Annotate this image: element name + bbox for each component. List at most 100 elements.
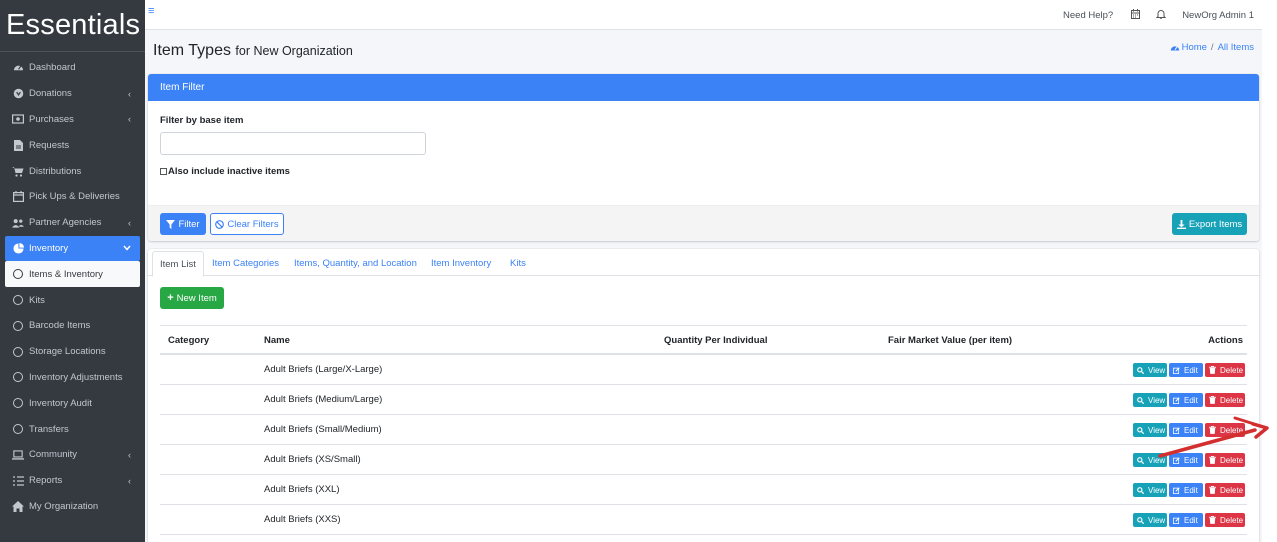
sidebar-item-items-inventory[interactable]: Items & Inventory	[5, 261, 140, 288]
edit-button[interactable]: Edit	[1169, 513, 1203, 527]
tab-item-categories[interactable]: Item Categories	[205, 251, 286, 276]
tab-kits[interactable]: Kits	[503, 251, 533, 276]
sidebar-item-community[interactable]: Community ‹	[0, 442, 145, 468]
delete-button[interactable]: Delete	[1205, 363, 1245, 377]
search-icon	[1137, 366, 1146, 374]
include-inactive-checkbox[interactable]	[160, 168, 167, 175]
annotation-arrow-icon	[1158, 416, 1269, 458]
sidebar-item-pickups[interactable]: Pick Ups & Deliveries	[0, 184, 145, 210]
bell-icon[interactable]	[1155, 9, 1167, 22]
breadcrumb-all-items-link[interactable]: All Items	[1218, 42, 1254, 53]
filter-button[interactable]: Filter	[160, 213, 206, 235]
view-button[interactable]: View	[1133, 483, 1167, 497]
table-row: Adult Briefs (Large/X-Large) View Edit Dele…	[160, 355, 1247, 385]
search-icon	[1137, 396, 1146, 404]
brand-text: Essentials	[6, 9, 141, 41]
sidebar-item-partner-agencies[interactable]: Partner Agencies ‹	[0, 210, 145, 236]
need-help-link[interactable]: Need Help?	[1063, 10, 1113, 21]
dashboard-icon	[1170, 43, 1180, 53]
trash-icon	[1209, 516, 1218, 524]
export-items-button[interactable]: Export Items	[1172, 213, 1247, 235]
item-name: Adult Briefs (Medium/Large)	[264, 394, 383, 405]
chevron-left-icon: ‹	[128, 114, 131, 125]
include-inactive-label: Also include inactive items	[168, 166, 290, 177]
sidebar-item-distributions[interactable]: Distributions	[0, 158, 145, 184]
sidebar-item-my-organization[interactable]: My Organization	[0, 494, 145, 520]
sidebar-item-inventory-adjustments[interactable]: Inventory Adjustments	[0, 365, 145, 391]
sidebar-item-donations[interactable]: Donations ‹	[0, 81, 145, 107]
delete-button[interactable]: Delete	[1205, 483, 1245, 497]
filter-base-item-label: Filter by base item	[160, 115, 244, 126]
edit-button[interactable]: Edit	[1169, 483, 1203, 497]
trash-icon	[1209, 486, 1218, 494]
home-icon	[12, 500, 24, 512]
calendar-icon[interactable]	[1131, 8, 1141, 22]
view-label: View	[1148, 365, 1166, 375]
edit-label: Edit	[1184, 395, 1198, 405]
table-row: Adult Briefs (XXL) View Edit Delete	[160, 475, 1247, 505]
item-name: Adult Briefs (XXL)	[264, 484, 340, 495]
edit-button[interactable]: Edit	[1169, 393, 1203, 407]
view-button[interactable]: View	[1133, 363, 1167, 377]
breadcrumb-home-link[interactable]: Home	[1182, 42, 1207, 53]
item-name: Adult Briefs (Small/Medium)	[264, 424, 382, 435]
delete-label: Delete	[1220, 515, 1244, 525]
sidebar-item-barcode-items[interactable]: Barcode Items	[0, 313, 145, 339]
tab-item-list[interactable]: Item List	[152, 251, 204, 277]
sidebar-item-label: Transfers	[29, 423, 69, 435]
sidebar-item-label: Donations	[29, 88, 72, 100]
download-icon	[1176, 219, 1186, 229]
header-fair-market-value: Fair Market Value (per item)	[888, 335, 1013, 346]
sidebar-item-inventory[interactable]: Inventory	[5, 235, 140, 262]
sidebar-item-dashboard[interactable]: Dashboard	[0, 55, 145, 81]
filter-base-item-input[interactable]	[160, 132, 426, 155]
sidebar-item-label: Requests	[29, 139, 70, 151]
menu-toggle-icon[interactable]: ≡	[148, 5, 154, 17]
delete-button[interactable]: Delete	[1205, 393, 1245, 407]
tab-item-inventory[interactable]: Item Inventory	[424, 251, 498, 276]
item-name: Adult Briefs (XXS)	[264, 514, 341, 525]
item-list-card: Item List Item Categories Items, Quantit…	[148, 249, 1259, 542]
sidebar-item-label: Partner Agencies	[29, 217, 102, 229]
user-menu[interactable]: NewOrg Admin 1	[1182, 10, 1254, 21]
laptop-icon	[12, 449, 24, 461]
clear-filters-button[interactable]: Clear Filters	[210, 213, 284, 235]
sidebar-item-reports[interactable]: Reports ‹	[0, 468, 145, 494]
view-button[interactable]: View	[1133, 513, 1167, 527]
include-inactive-row[interactable]: Also include inactive items	[160, 166, 290, 177]
cart-icon	[12, 165, 24, 177]
circle-icon	[12, 320, 24, 332]
sidebar-item-purchases[interactable]: Purchases ‹	[0, 107, 145, 133]
calendar-icon	[12, 191, 24, 203]
page-title: Item Types for New Organization	[153, 42, 353, 60]
view-button[interactable]: View	[1133, 393, 1167, 407]
sidebar-item-label: Dashboard	[29, 62, 76, 74]
tab-items-quantity-location[interactable]: Items, Quantity, and Location	[287, 251, 424, 276]
sidebar-item-transfers[interactable]: Transfers	[0, 416, 145, 442]
sidebar-item-requests[interactable]: Requests	[0, 132, 145, 158]
edit-label: Edit	[1184, 485, 1198, 495]
sidebar-item-label: Community	[29, 449, 78, 461]
edit-label: Edit	[1184, 515, 1198, 525]
row-actions: View Edit Delete	[1131, 363, 1245, 377]
sidebar-item-label: Pick Ups & Deliveries	[29, 191, 120, 203]
brand-logo[interactable]: Essentials	[0, 0, 145, 52]
donations-icon	[12, 88, 24, 100]
sidebar: Essentials Dashboard Donations ‹ Purchas…	[0, 0, 145, 542]
new-item-button[interactable]: + New Item	[160, 287, 224, 309]
edit-button[interactable]: Edit	[1169, 363, 1203, 377]
chevron-left-icon: ‹	[128, 217, 131, 228]
top-right-menu: Need Help? NewOrg Admin 1	[1049, 0, 1254, 30]
main-content: Item Types for New Organization Home / A…	[145, 30, 1269, 542]
sidebar-item-kits[interactable]: Kits	[0, 287, 145, 313]
item-filter-header: Item Filter	[148, 74, 1259, 101]
chevron-left-icon: ‹	[128, 88, 131, 99]
filter-card-footer: Filter Clear Filters Export Items	[148, 205, 1259, 241]
dashboard-icon	[12, 62, 24, 74]
delete-label: Delete	[1220, 485, 1244, 495]
sidebar-item-label: Reports	[29, 475, 63, 487]
sidebar-item-inventory-audit[interactable]: Inventory Audit	[0, 390, 145, 416]
trash-icon	[1209, 366, 1218, 374]
sidebar-item-storage-locations[interactable]: Storage Locations	[0, 339, 145, 365]
delete-button[interactable]: Delete	[1205, 513, 1245, 527]
